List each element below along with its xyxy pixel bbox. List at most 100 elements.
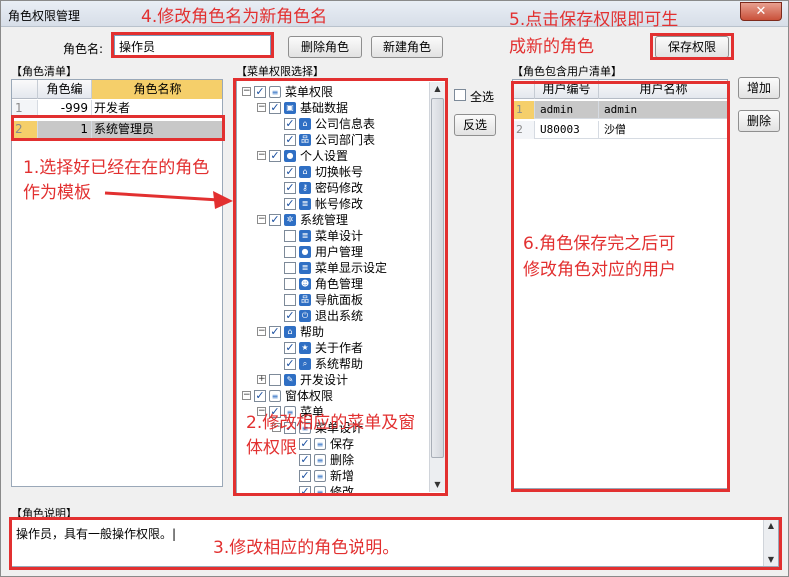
tree-node[interactable]: − ✓ ≡ 窗体权限 (237, 388, 427, 404)
tree-node-label: 菜单设计 (315, 229, 364, 243)
description-scrollbar[interactable]: ▲ ▼ (763, 520, 778, 566)
invert-selection-button[interactable]: 反选 (454, 114, 496, 136)
tree-node[interactable]: ≣ 菜单显示设定 (237, 260, 427, 276)
tree-node-checkbox[interactable]: ✓ (269, 102, 281, 114)
tree-node[interactable]: ✓ 品公司部门表 (237, 132, 427, 148)
tree-node[interactable]: − ✓ ● 个人设置 (237, 148, 427, 164)
tree-node-label: 基础数据 (300, 101, 349, 115)
tree-node-label: 菜单显示设定 (315, 261, 388, 275)
tree-node-label: 切换帐号 (315, 165, 364, 179)
expand-icon[interactable]: + (257, 375, 266, 384)
tree-node-checkbox[interactable] (284, 262, 296, 274)
star-icon: ★ (299, 342, 311, 354)
scroll-thumb[interactable] (431, 98, 444, 458)
tree-node-checkbox[interactable]: ✓ (299, 438, 311, 450)
scroll-down-icon[interactable]: ▼ (764, 554, 778, 566)
row-number-header (12, 80, 38, 99)
tree-node[interactable]: ✓ ⌂ 切换帐号 (237, 164, 427, 180)
tree-node[interactable]: ✓ ⚷ 密码修改 (237, 180, 427, 196)
tree-node[interactable]: ✓ ≡ 修改 (237, 484, 427, 494)
tree-node-checkbox[interactable] (284, 278, 296, 290)
tree-node-checkbox[interactable]: ✓ (299, 486, 311, 494)
tree-scrollbar[interactable]: ▲ ▼ (429, 82, 445, 492)
tree-node-label: 菜单权限 (285, 85, 334, 99)
collapse-icon[interactable]: − (242, 87, 251, 96)
scroll-up-icon[interactable]: ▲ (430, 82, 445, 96)
role-list-header: 角色编 角色名称 (12, 80, 222, 99)
tree-node-label: 个人设置 (300, 149, 349, 163)
row-number: 1 (12, 100, 38, 118)
user-name-header[interactable]: 用户名称 (599, 80, 727, 99)
tree-node-checkbox[interactable] (269, 374, 281, 386)
menu-tree-title: 【菜单权限选择】 (236, 65, 324, 78)
tree-node[interactable]: + ✎ 开发设计 (237, 372, 427, 388)
tree-node[interactable]: ✓ ★ 关于作者 (237, 340, 427, 356)
user-code-cell: U80003 (535, 121, 599, 139)
user-icon: ● (299, 246, 311, 258)
table-row[interactable]: 2 U80003 沙僧 (513, 121, 727, 139)
user-code-header[interactable]: 用户编号 (535, 80, 599, 99)
close-button[interactable]: ✕ (740, 2, 782, 21)
tree-node[interactable]: − ✓ ✲ 系统管理 (237, 212, 427, 228)
tree-node[interactable]: ≣ 菜单设计 (237, 228, 427, 244)
role-name-input[interactable]: 操作员 (114, 35, 271, 56)
tree-node-checkbox[interactable]: ✓ (284, 118, 296, 130)
collapse-icon[interactable]: − (257, 215, 266, 224)
tree-node[interactable]: ✓ ≣ 帐号修改 (237, 196, 427, 212)
annotation-step-3: 3.修改相应的角色说明。 (213, 538, 400, 558)
tree-node-checkbox[interactable]: ✓ (299, 454, 311, 466)
tree-node-checkbox[interactable]: ✓ (284, 358, 296, 370)
role-name-header[interactable]: 角色名称 (92, 80, 222, 99)
tree-node-checkbox[interactable]: ✓ (299, 470, 311, 482)
tree-node[interactable]: ● 用户管理 (237, 244, 427, 260)
role-name-cell: 系统管理员 (92, 121, 222, 139)
annotation-step-6-line2: 修改角色对应的用户 (523, 260, 676, 280)
tree-node-checkbox[interactable] (284, 294, 296, 306)
scroll-down-icon[interactable]: ▼ (430, 478, 445, 492)
tree-node-checkbox[interactable] (284, 230, 296, 242)
tree-node-checkbox[interactable]: ✓ (284, 198, 296, 210)
annotation-step-1-line2: 作为模板 (23, 183, 91, 203)
tree-node-checkbox[interactable]: ✓ (269, 150, 281, 162)
remove-user-button[interactable]: 删除 (738, 110, 780, 132)
tree-node[interactable]: − ✓ ⌂ 帮助 (237, 324, 427, 340)
tree-node-checkbox[interactable]: ✓ (284, 182, 296, 194)
tree-node[interactable]: − ✓ ≡ 菜单权限 (237, 84, 427, 100)
select-all-checkbox[interactable] (454, 89, 466, 101)
scroll-up-icon[interactable]: ▲ (764, 520, 778, 532)
collapse-icon[interactable]: − (257, 327, 266, 336)
tree-node-checkbox[interactable]: ✓ (254, 390, 266, 402)
add-user-button[interactable]: 增加 (738, 77, 780, 99)
tree-node-checkbox[interactable]: ✓ (284, 134, 296, 146)
tree-node-checkbox[interactable]: ✓ (269, 326, 281, 338)
user-icon: ● (284, 150, 296, 162)
collapse-icon[interactable]: − (242, 391, 251, 400)
tree-node[interactable]: − ✓ ▣ 基础数据 (237, 100, 427, 116)
tree-node-checkbox[interactable]: ✓ (284, 166, 296, 178)
table-row-selected[interactable]: 2 1 系统管理员 (12, 121, 222, 139)
tree-node-checkbox[interactable]: ✓ (284, 310, 296, 322)
collapse-icon[interactable]: − (257, 151, 266, 160)
tree-node[interactable]: 品导航面板 (237, 292, 427, 308)
tree-node-label: 退出系统 (315, 309, 364, 323)
tree-node[interactable]: ✓ ≡ 新增 (237, 468, 427, 484)
table-row-selected[interactable]: 1 admin admin (513, 101, 727, 119)
tree-node-checkbox[interactable]: ✓ (254, 86, 266, 98)
save-permissions-button[interactable]: 保存权限 (655, 36, 729, 58)
table-row[interactable]: 1 -999 开发者 (12, 100, 222, 118)
tree-node[interactable]: ✓ ⌂ 公司信息表 (237, 116, 427, 132)
annotation-step-4: 4.修改角色名为新角色名 (141, 7, 328, 27)
delete-role-button[interactable]: 删除角色 (288, 36, 362, 58)
tree-node-checkbox[interactable] (284, 246, 296, 258)
gear-icon: ✲ (284, 214, 296, 226)
tree-node[interactable]: ✓ ⌕ 系统帮助 (237, 356, 427, 372)
role-code-header[interactable]: 角色编 (38, 80, 92, 99)
tree-node-checkbox[interactable]: ✓ (284, 342, 296, 354)
tree-node-label: 开发设计 (300, 373, 349, 387)
annotation-step-1-line1: 1.选择好已经在在的角色 (23, 158, 210, 178)
new-role-button[interactable]: 新建角色 (371, 36, 443, 58)
tree-node[interactable]: ☻ 角色管理 (237, 276, 427, 292)
collapse-icon[interactable]: − (257, 103, 266, 112)
tree-node[interactable]: ✓ ⏻ 退出系统 (237, 308, 427, 324)
tree-node-checkbox[interactable]: ✓ (269, 214, 281, 226)
